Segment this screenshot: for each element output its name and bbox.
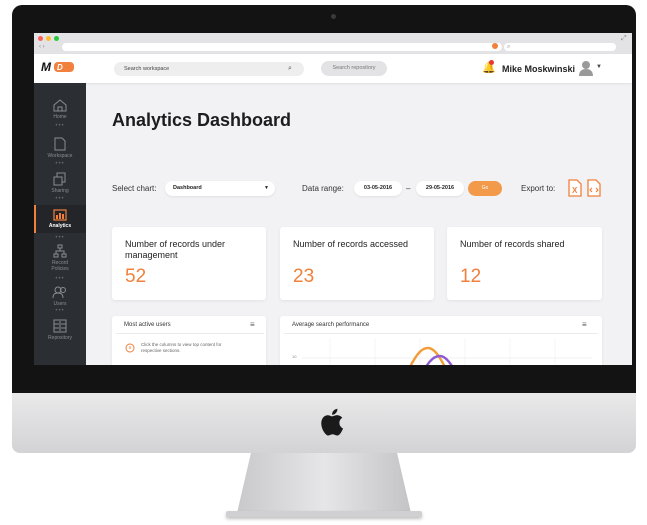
series-line-orange	[409, 346, 446, 365]
range-separator: –	[406, 184, 411, 193]
brand-logo: M D	[41, 60, 74, 74]
browser-chrome: ‹ › ⌕ ⤢	[34, 33, 632, 55]
chart-select[interactable]: Dashboard ▼	[165, 181, 275, 196]
apple-logo-icon	[321, 408, 343, 436]
divider: •••	[55, 161, 65, 167]
address-bar[interactable]	[62, 43, 502, 51]
info-icon	[125, 343, 135, 353]
stat-value: 52	[125, 266, 147, 287]
document-icon	[54, 137, 66, 151]
screen: ‹ › ⌕ ⤢ M D Search workspace ⌕ Search re…	[34, 33, 632, 365]
sidebar: Home ••• Workspace ••• Sharing ••• Analy…	[34, 83, 86, 365]
sidebar-item-label: Sharing	[51, 188, 69, 194]
notification-dot-icon	[492, 43, 498, 49]
sidebar-item-sharing[interactable]: Sharing	[34, 172, 86, 194]
stat-value: 23	[293, 266, 315, 287]
users-icon	[52, 286, 66, 299]
chart-select-value: Dashboard	[173, 185, 202, 191]
page-title: Analytics Dashboard	[112, 110, 292, 130]
stat-value: 12	[460, 266, 482, 287]
fullscreen-icon[interactable]: ⤢	[621, 35, 627, 43]
sidebar-item-label: Workspace	[47, 153, 73, 159]
divider	[116, 333, 264, 334]
divider: •••	[55, 308, 65, 314]
stat-title: Number of records under management	[125, 239, 226, 260]
date-from-input[interactable]: 03-05-2016	[354, 181, 402, 196]
svg-text:D: D	[57, 63, 63, 72]
stat-card-managed[interactable]: Number of records under management 52	[112, 227, 266, 300]
search-icon[interactable]: ⌕	[288, 65, 292, 73]
sidebar-item-home[interactable]: Home	[34, 99, 86, 120]
sidebar-item-record-policies[interactable]: Record Policies	[34, 244, 86, 272]
app-header: M D Search workspace ⌕ Search repository…	[34, 54, 632, 83]
notification-badge	[489, 60, 494, 65]
sidebar-item-users[interactable]: Users	[34, 286, 86, 307]
svg-text:M: M	[41, 60, 52, 74]
go-button[interactable]: Go	[468, 181, 502, 196]
chevron-down-icon[interactable]: ▼	[596, 64, 602, 70]
window-controls	[38, 36, 59, 41]
select-chart-label: Select chart:	[112, 184, 157, 193]
home-icon	[53, 99, 67, 112]
stat-title: Number of records shared	[460, 239, 565, 249]
most-active-users-panel: Most active users ≡ Click the columns to…	[112, 316, 266, 365]
performance-line-chart	[302, 338, 592, 365]
divider: •••	[55, 276, 65, 282]
share-icon	[53, 172, 66, 186]
user-name[interactable]: Mike Moskwinski	[502, 64, 575, 74]
sidebar-item-workspace[interactable]: Workspace	[34, 137, 86, 159]
stat-title: Number of records accessed	[293, 239, 409, 249]
archive-icon	[53, 319, 67, 333]
sidebar-item-analytics[interactable]: Analytics	[34, 205, 86, 233]
minimize-window-button[interactable]	[46, 36, 51, 41]
divider: •••	[55, 235, 65, 241]
main-content: Analytics Dashboard Select chart: Dashbo…	[86, 83, 632, 365]
back-forward-icon[interactable]: ‹ ›	[39, 44, 45, 50]
data-range-label: Data range:	[302, 184, 344, 193]
sidebar-item-repository[interactable]: Repository	[34, 319, 86, 341]
svg-text:X: X	[572, 186, 578, 195]
code-export-icon[interactable]	[587, 179, 601, 197]
sidebar-item-label: Record Policies	[51, 260, 69, 272]
stat-card-shared[interactable]: Number of records shared 12	[447, 227, 602, 300]
browser-search-field[interactable]: ⌕	[504, 43, 616, 51]
search-performance-panel: Average search performance ≡ 10 5	[280, 316, 602, 365]
date-to-input[interactable]: 29-05-2016	[416, 181, 464, 196]
hierarchy-icon	[53, 244, 67, 258]
export-label: Export to:	[521, 184, 556, 193]
excel-export-icon[interactable]: X	[568, 179, 582, 197]
sidebar-item-label: Repository	[48, 335, 72, 341]
divider: •••	[55, 123, 65, 129]
hamburger-menu-icon[interactable]: ≡	[250, 320, 255, 329]
monitor-foot	[226, 511, 422, 517]
panel-title: Most active users	[124, 322, 171, 328]
sidebar-item-label: Users	[53, 301, 67, 307]
hint-text: Click the columns to view top content fo…	[141, 342, 222, 353]
workspace-search-input[interactable]: Search workspace	[114, 62, 304, 76]
maximize-window-button[interactable]	[54, 36, 59, 41]
avatar[interactable]	[579, 60, 593, 76]
close-window-button[interactable]	[38, 36, 43, 41]
sidebar-item-label: Analytics	[48, 223, 72, 229]
camera-icon	[331, 14, 336, 19]
repository-search-button[interactable]: Search repository	[321, 61, 387, 76]
sidebar-item-label: Home	[53, 114, 67, 120]
monitor-stand	[237, 453, 411, 513]
analytics-icon	[53, 209, 67, 221]
divider: •••	[55, 196, 65, 202]
chevron-down-icon: ▼	[264, 185, 269, 191]
stat-card-accessed[interactable]: Number of records accessed 23	[280, 227, 434, 300]
